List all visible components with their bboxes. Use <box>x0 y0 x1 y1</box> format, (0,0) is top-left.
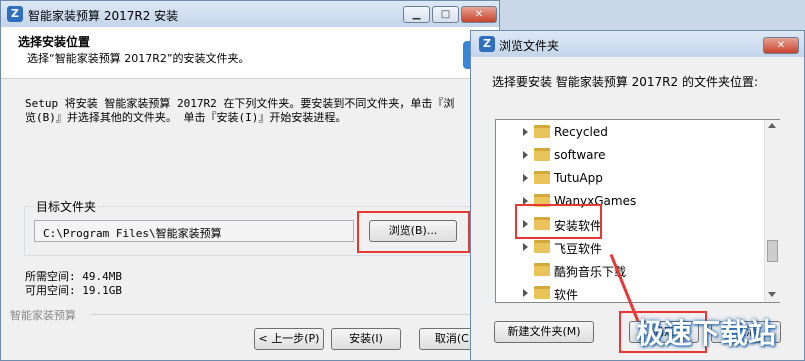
close-button[interactable]: ✕ <box>461 6 497 23</box>
tree-row[interactable]: 酷狗音乐下载 <box>496 259 761 282</box>
destination-label: 目标文件夹 <box>34 198 99 215</box>
installer-header: 选择安装位置 选择“智能家装预算 2017R2”的安装文件夹。 <box>1 27 499 79</box>
space-available: 可用空间: 19.1GB <box>25 284 122 297</box>
folder-label: Recycled <box>554 125 608 139</box>
description-line2: 览(B)』并选择其他的文件夹。 单击『安装(I)』开始安装进程。 <box>25 111 347 124</box>
scroll-thumb[interactable] <box>767 240 778 262</box>
back-button[interactable]: < 上一步(P) <box>254 328 324 350</box>
tree-scrollbar[interactable] <box>764 120 780 302</box>
app-icon: Z <box>7 6 23 22</box>
tree-row[interactable]: Recycled <box>496 121 761 144</box>
folder-highlight <box>515 204 602 239</box>
expand-icon[interactable] <box>523 289 528 297</box>
folder-label: 软件 <box>554 288 579 302</box>
folder-icon <box>534 240 550 253</box>
watermark: 极速下载站 <box>636 317 777 350</box>
browse-button[interactable]: 浏览(B)... <box>369 220 457 242</box>
folder-label: software <box>554 148 606 162</box>
installer-titlebar: Z 智能家装预算 2017R2 安装 ▁ □ ✕ <box>1 1 499 27</box>
scroll-up-icon[interactable] <box>768 123 776 128</box>
scroll-down-icon[interactable] <box>768 292 776 297</box>
folder-label: 飞豆软件 <box>554 242 603 256</box>
dialog-prompt: 选择要安装 智能家装预算 2017R2 的文件夹位置: <box>492 75 758 89</box>
expand-icon[interactable] <box>523 151 528 159</box>
dialog-titlebar: Z 浏览文件夹 ✕ <box>471 31 804 57</box>
header-title: 选择安装位置 <box>18 35 91 49</box>
maximize-button[interactable]: □ <box>432 6 459 23</box>
expand-icon[interactable] <box>523 174 528 182</box>
path-value: C:\Program Files\智能家装预算 <box>43 227 222 240</box>
installer-window: Z 智能家装预算 2017R2 安装 ▁ □ ✕ 选择安装位置 选择“智能家装预… <box>0 0 500 361</box>
dialog-title: 浏览文件夹 <box>499 39 560 53</box>
new-folder-button[interactable]: 新建文件夹(M) <box>494 321 594 343</box>
installer-title: 智能家装预算 2017R2 安装 <box>28 9 179 23</box>
folder-icon <box>534 286 550 299</box>
folder-icon <box>534 125 550 138</box>
minimize-button[interactable]: ▁ <box>403 6 430 23</box>
folder-icon <box>534 171 550 184</box>
dialog-close-button[interactable]: ✕ <box>763 37 799 54</box>
folder-label: TutuApp <box>554 171 603 185</box>
tree-row[interactable]: software <box>496 144 761 167</box>
dialog-app-icon: Z <box>479 36 495 52</box>
tree-row[interactable]: TutuApp <box>496 167 761 190</box>
path-field[interactable]: C:\Program Files\智能家装预算 <box>34 220 354 242</box>
header-subtitle: 选择“智能家装预算 2017R2”的安装文件夹。 <box>27 52 250 65</box>
footer-divider <box>91 314 499 315</box>
tree-row[interactable]: 飞豆软件 <box>496 236 761 259</box>
folder-icon <box>534 263 550 276</box>
footer-brand: 智能家装预算 <box>10 307 80 323</box>
expand-icon[interactable] <box>523 243 528 251</box>
expand-icon[interactable] <box>523 128 528 136</box>
install-button[interactable]: 安装(I) <box>331 328 401 350</box>
folder-icon <box>534 148 550 161</box>
